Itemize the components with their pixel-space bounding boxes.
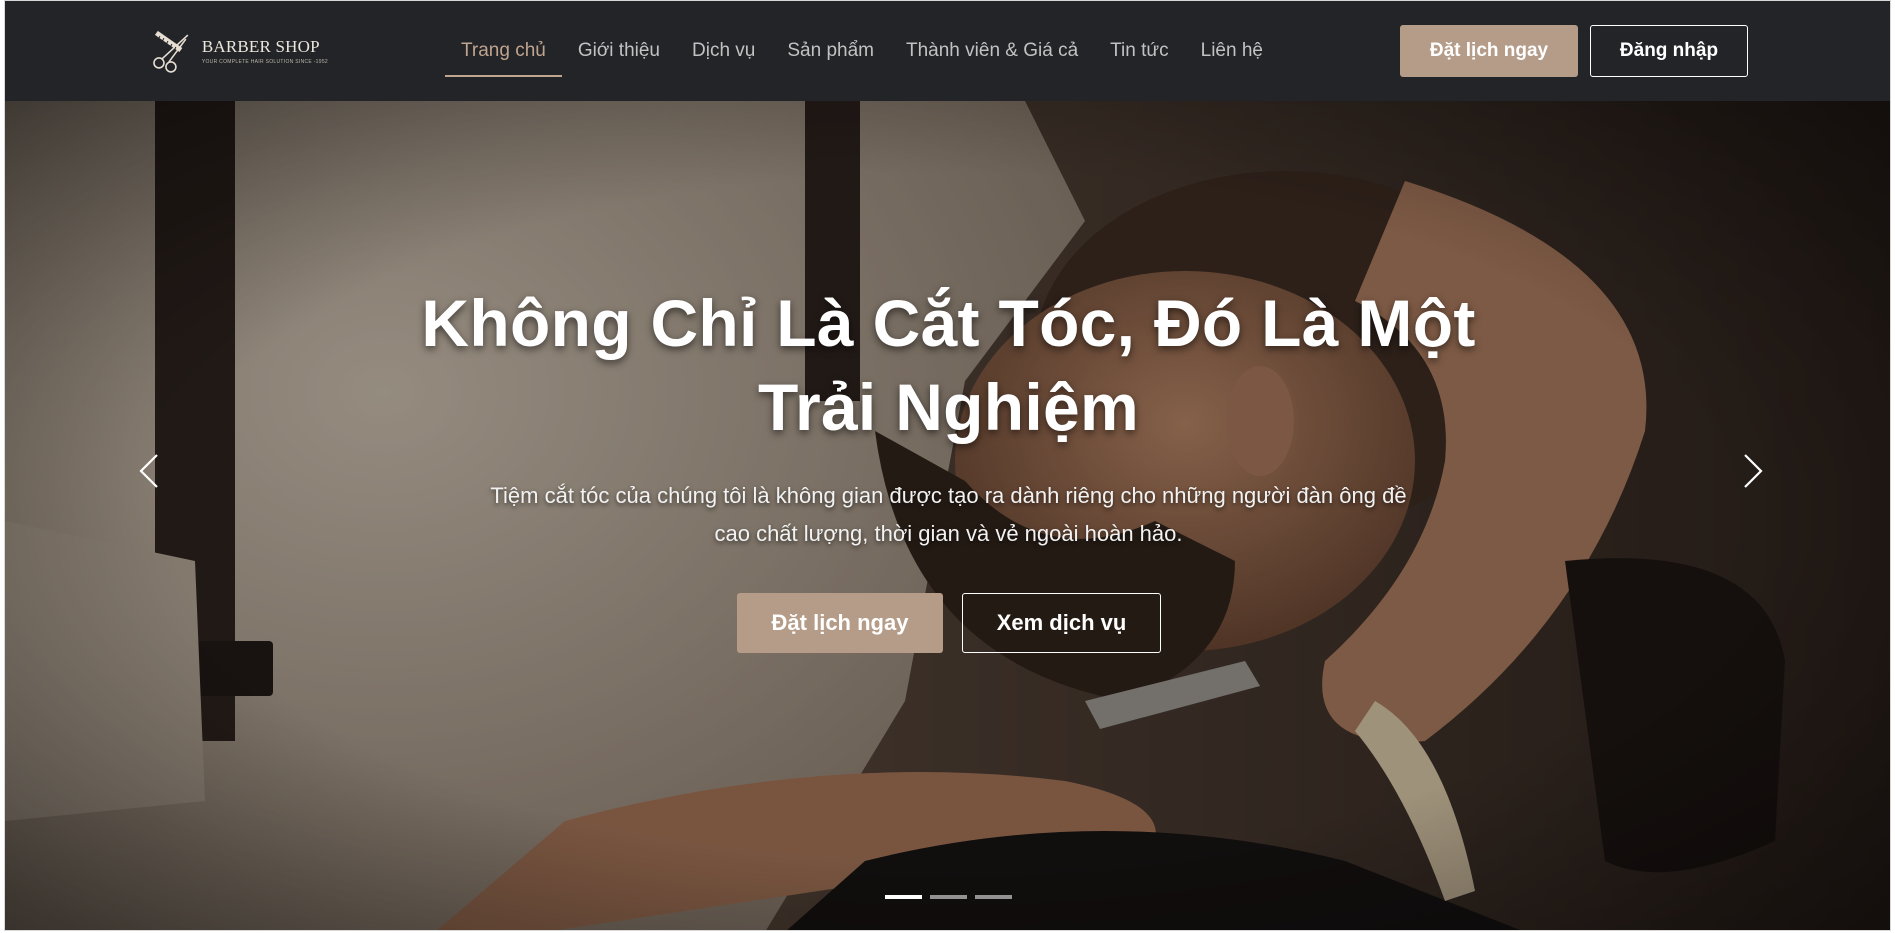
login-button[interactable]: Đăng nhập	[1590, 25, 1748, 77]
hero-book-now-button[interactable]: Đặt lịch ngay	[737, 593, 943, 653]
nav-item-about[interactable]: Giới thiệu	[562, 1, 676, 101]
brand-name: BARBER SHOP	[201, 36, 320, 56]
carousel-prev-button[interactable]	[127, 449, 171, 493]
browser-viewport: BARBER SHOP YOUR COMPLETE HAIR SOLUTION …	[4, 0, 1891, 931]
scissors-comb-icon	[153, 30, 189, 73]
nav-item-services[interactable]: Dịch vụ	[676, 1, 771, 101]
main-nav: Trang chủ Giới thiệu Dịch vụ Sản phẩm Th…	[445, 1, 1279, 101]
brand-logo[interactable]: BARBER SHOP YOUR COMPLETE HAIR SOLUTION …	[148, 25, 328, 77]
site-header: BARBER SHOP YOUR COMPLETE HAIR SOLUTION …	[5, 1, 1890, 101]
view-services-button[interactable]: Xem dịch vụ	[962, 593, 1161, 653]
hero-subtitle-line-2: cao chất lượng, thời gian và vẻ ngoài ho…	[714, 521, 1183, 546]
hero-title-line-2: Trải Nghiệm	[757, 370, 1140, 444]
chevron-left-icon	[139, 454, 158, 488]
hero-content: Không Chỉ Là Cắt Tóc, Đó Là Một Trải Ngh…	[5, 101, 1890, 930]
brand-tagline: YOUR COMPLETE HAIR SOLUTION SINCE -1952	[201, 58, 328, 65]
hero-subtitle: Tiệm cắt tóc của chúng tôi là không gian…	[435, 477, 1462, 553]
carousel-indicator-1[interactable]	[885, 895, 922, 899]
chevron-right-icon	[1744, 454, 1763, 488]
nav-item-news[interactable]: Tin tức	[1094, 1, 1184, 101]
book-now-button[interactable]: Đặt lịch ngay	[1400, 25, 1578, 77]
hero-subtitle-line-1: Tiệm cắt tóc của chúng tôi là không gian…	[490, 483, 1407, 508]
hero-title: Không Chỉ Là Cắt Tóc, Đó Là Một Trải Ngh…	[405, 281, 1492, 449]
carousel-indicator-3[interactable]	[975, 895, 1012, 899]
nav-item-home[interactable]: Trang chủ	[445, 1, 562, 101]
hero-title-line-1: Không Chỉ Là Cắt Tóc, Đó Là Một	[421, 286, 1476, 360]
nav-item-contact[interactable]: Liên hệ	[1185, 1, 1279, 101]
carousel-indicators	[885, 895, 1012, 899]
nav-item-membership-pricing[interactable]: Thành viên & Giá cả	[890, 1, 1094, 101]
carousel-indicator-2[interactable]	[930, 895, 967, 899]
carousel-next-button[interactable]	[1731, 449, 1775, 493]
nav-item-products[interactable]: Sản phẩm	[771, 1, 890, 101]
hero-carousel: Không Chỉ Là Cắt Tóc, Đó Là Một Trải Ngh…	[5, 101, 1890, 930]
